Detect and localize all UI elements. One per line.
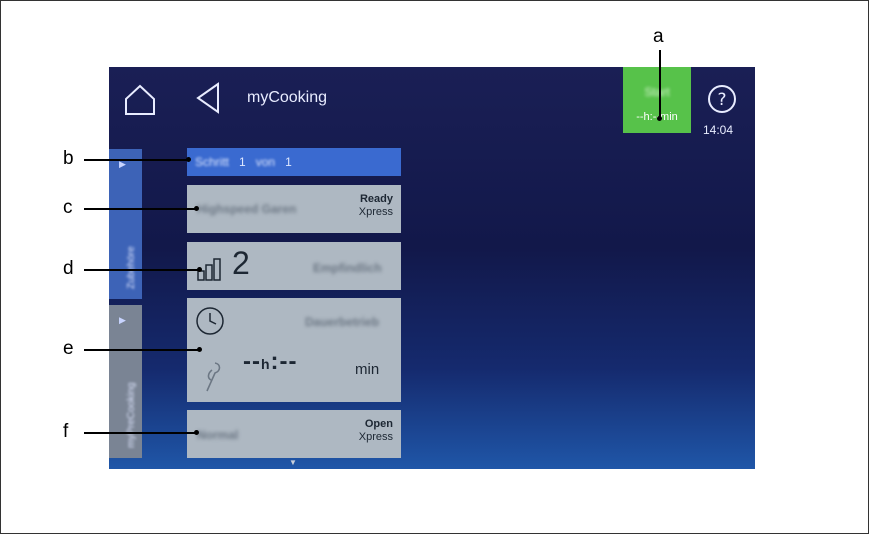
cooking-time-panel[interactable]: Dauerbetrieb --h:-- min (187, 298, 401, 402)
callout-a: a (653, 26, 664, 47)
scroll-down-icon[interactable]: ▼ (289, 458, 297, 467)
callout-d: d (63, 258, 74, 279)
callout-e: e (63, 338, 74, 359)
leader-line-a (659, 50, 661, 118)
level-label: Empfindlich (313, 261, 382, 275)
time-mode-label: Dauerbetrieb (305, 315, 380, 329)
leader-line-e (84, 349, 199, 351)
start-label: Start (644, 85, 670, 99)
leader-dot-e (197, 347, 202, 352)
leader-dot-a (657, 116, 662, 121)
step-of-word: von (255, 155, 276, 169)
oven-touchscreen: myCooking Start --h:--min ? 14:04 ▶ Zube… (109, 67, 755, 469)
intensity-level-panel[interactable]: 2 Empfindlich (187, 242, 401, 290)
leader-line-d (84, 269, 199, 271)
clock-icon (196, 307, 224, 335)
ready-xpress-badge-sub: Xpress (358, 206, 393, 218)
mode-name: Highspeed Garen (197, 202, 297, 216)
leader-line-b (84, 159, 189, 161)
minutes-value: -- (279, 348, 298, 375)
leader-dot-c (194, 206, 199, 211)
time-colon: : (270, 348, 280, 375)
step-current: 1 (239, 155, 246, 169)
hours-unit: h (260, 356, 271, 372)
leader-dot-f (194, 430, 199, 435)
svg-text:?: ? (717, 90, 726, 110)
step-word: Schritt (195, 155, 230, 169)
callout-f: f (63, 421, 69, 442)
tab-arrow-icon: ▶ (119, 315, 126, 325)
callout-c: c (63, 197, 73, 218)
cooking-mode-panel[interactable]: Highspeed Garen Ready Xpress (187, 185, 401, 233)
leader-line-f (84, 432, 196, 434)
side-tab-accessories[interactable]: ▶ Zubehöre (109, 149, 142, 299)
open-xpress-badge-main: Open (364, 418, 393, 430)
ready-xpress-badge-main: Ready (359, 193, 393, 205)
probe-icon (206, 362, 221, 392)
step-text: Schritt 1 von 1 (195, 155, 292, 169)
callout-b: b (63, 148, 74, 169)
level-value: 2 (232, 245, 250, 281)
page-title: myCooking (247, 89, 328, 106)
minutes-unit: min (355, 361, 380, 378)
door-mode-name: Normal (197, 428, 239, 442)
start-button[interactable]: Start --h:--min (623, 67, 691, 133)
back-arrow-icon[interactable] (195, 81, 221, 115)
open-xpress-badge-sub: Xpress (358, 431, 393, 443)
help-icon[interactable]: ? (707, 84, 737, 114)
side-tab-precooking[interactable]: ▶ myPreCooking (109, 305, 142, 458)
step-total: 1 (285, 155, 292, 169)
side-tab-label: myPreCooking (126, 382, 137, 448)
time-readout: --h:-- (243, 348, 298, 376)
leader-dot-d (197, 267, 202, 272)
home-icon[interactable] (123, 83, 157, 117)
clock-display: 14:04 (703, 123, 734, 137)
leader-line-c (84, 208, 196, 210)
step-indicator: Schritt 1 von 1 (187, 148, 401, 176)
side-tab-label: Zubehöre (126, 246, 137, 289)
door-mode-panel[interactable]: Normal Open Xpress (187, 410, 401, 458)
leader-dot-b (186, 157, 191, 162)
hours-value: -- (243, 348, 261, 375)
